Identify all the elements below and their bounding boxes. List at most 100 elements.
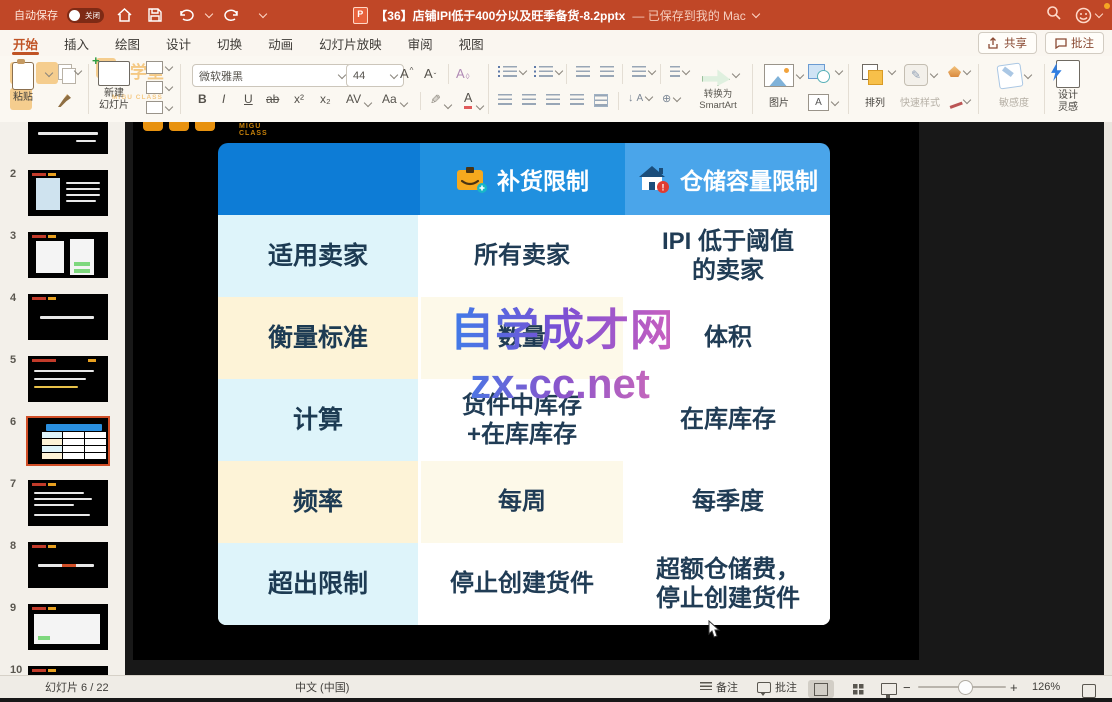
tab-review[interactable]: 审阅 [395,30,446,56]
picture-button[interactable] [764,64,803,87]
font-name-select[interactable]: 微软雅黑 [192,64,352,87]
slide-canvas[interactable]: MIGU CLASS 补货限制 [125,122,1112,675]
tab-slideshow[interactable]: 幻灯片放映 [306,30,395,56]
redo-icon[interactable] [221,5,243,25]
new-slide-button[interactable]: 新建 幻灯片 [98,61,130,111]
slideshow-icon [881,683,897,695]
share-button[interactable]: 共享 [978,32,1037,54]
thumbnail-slide-9[interactable]: 9 [0,590,125,652]
shape-outline-button[interactable] [948,94,970,107]
tab-draw[interactable]: 绘图 [102,30,153,56]
tab-view[interactable]: 视图 [446,30,497,56]
autosave-toggle[interactable]: 关闭 [67,8,104,23]
table-row: 适用卖家 所有卖家 IPI 低于阈值 的卖家 [218,215,830,297]
thumbnail-slide-10[interactable]: 10 [0,652,125,675]
table-row: 频率 每周 每季度 [218,461,830,543]
subscript-button[interactable]: x₂ [320,92,331,106]
language-indicator[interactable]: 中文 (中国) [295,676,349,698]
quick-styles-button[interactable]: ✎ [904,64,937,86]
main-area: 1 2 3 4 5 [0,122,1112,675]
bullets-button[interactable] [498,66,526,77]
columns-button[interactable] [670,66,689,77]
add-remove-columns-button[interactable] [594,94,608,107]
font-size-select[interactable]: 44 [346,64,404,87]
textbox-icon: A [808,94,829,111]
numbering-button[interactable] [534,66,562,77]
italic-button[interactable]: I [222,92,225,106]
header-storage-limits: ! 仓储容量限制 [625,143,830,215]
title-chevron-icon[interactable] [751,10,759,18]
zoom-out-button[interactable]: − [903,676,911,698]
sensitivity-stamp-icon [996,62,1023,89]
justify-button[interactable] [570,94,584,105]
slide-thumbnail-panel[interactable]: 1 2 3 4 5 [0,122,126,675]
align-center-button[interactable] [522,94,536,105]
strikethrough-button[interactable]: ab [266,92,279,106]
thumbnail-slide-2[interactable]: 2 [0,156,125,218]
titlebar: 自动保存 关闭 【36】店铺IPI低于400分以及旺季备货-8.2pptx — … [0,0,1112,30]
align-text-button[interactable]: ⊕ [662,92,680,105]
thumbnail-slide-5[interactable]: 5 [0,342,125,404]
shape-fill-button[interactable] [948,66,970,77]
thumbnail-slide-8[interactable]: 8 [0,528,125,590]
tab-home[interactable]: 开始 [0,30,51,56]
design-ideas-button[interactable]: 设计 灵感 [1056,60,1080,113]
reset-button[interactable] [146,81,172,94]
shrink-font-button[interactable]: Aˇ [424,66,436,81]
status-comments-button[interactable]: 批注 [757,676,797,698]
character-spacing-button[interactable]: AV [346,92,371,106]
save-icon[interactable] [144,5,166,25]
change-case-button[interactable]: Aa [382,92,407,106]
increase-indent-button[interactable] [600,66,614,77]
watermark-line2: zx-cc.net [450,360,670,408]
text-highlight-button[interactable]: ✎ [430,92,451,108]
undo-icon[interactable] [175,5,197,25]
convert-smartart-button[interactable] [702,64,739,86]
zoom-level[interactable]: 126% [1032,676,1060,698]
zoom-in-button[interactable]: + [1010,676,1018,698]
copy-button[interactable] [58,64,81,80]
font-name-value: 微软雅黑 [199,68,243,84]
underline-button[interactable]: U [244,92,253,106]
thumbnail-slide-3[interactable]: 3 [0,218,125,280]
document-save-status[interactable]: — 已保存到我的 Mac [632,7,745,24]
line-spacing-button[interactable] [632,66,655,77]
account-smiley-icon[interactable] [1075,7,1102,24]
customize-toolbar-chevron-icon[interactable] [259,10,267,18]
textbox-button[interactable]: A [808,94,838,111]
grow-font-button[interactable]: A^ [400,66,413,81]
clear-formatting-button[interactable]: A◊ [456,66,470,81]
align-left-button[interactable] [498,94,512,105]
arrange-button[interactable] [862,64,895,80]
tab-animations[interactable]: 动画 [255,30,306,56]
layout-button[interactable] [146,61,172,74]
comments-label: 批注 [1071,35,1094,51]
tab-design[interactable]: 设计 [153,30,204,56]
shapes-button[interactable] [808,64,842,79]
superscript-button[interactable]: x² [294,92,304,106]
section-button[interactable] [146,101,172,114]
search-icon[interactable] [1046,5,1061,25]
bold-button[interactable]: B [198,92,207,106]
tab-transitions[interactable]: 切换 [204,30,255,56]
undo-chevron-icon[interactable] [205,10,213,18]
zoom-slider-knob[interactable] [958,680,973,695]
thumbnail-slide-7[interactable]: 7 [0,466,125,528]
thumbnail-slide-6-selected[interactable]: 6 [0,404,125,466]
thumbnail-slide-1[interactable]: 1 [0,122,125,156]
thumbnail-slide-4[interactable]: 4 [0,280,125,342]
paste-button[interactable]: 粘贴 [12,62,34,104]
format-painter-button[interactable] [58,94,71,107]
notes-button[interactable]: 备注 [700,676,738,698]
comments-button[interactable]: 批注 [1045,32,1104,54]
text-direction-button[interactable]: ↓A [628,92,652,104]
warehouse-house-icon: ! [637,164,671,194]
font-color-button[interactable]: A [464,92,483,109]
sensitivity-button[interactable] [998,64,1031,88]
home-icon[interactable] [113,5,135,25]
vertical-scrollbar[interactable] [1104,122,1112,675]
decrease-indent-button[interactable] [576,66,590,77]
notes-icon [700,682,712,692]
align-right-button[interactable] [546,94,560,105]
fullscreen-button[interactable] [1082,680,1096,702]
